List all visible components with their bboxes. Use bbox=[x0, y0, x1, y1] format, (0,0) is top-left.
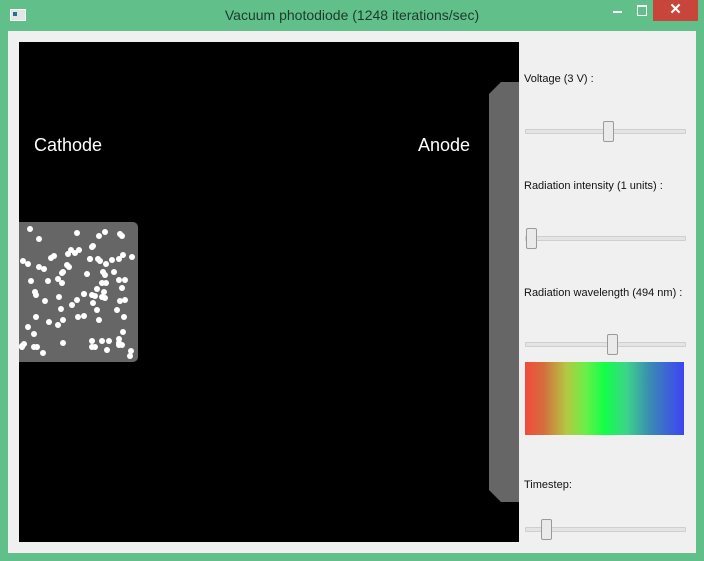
electron-dot bbox=[90, 300, 96, 306]
maximize-button[interactable] bbox=[630, 0, 654, 21]
electron-dot bbox=[129, 254, 135, 260]
wavelength-label: Radiation wavelength (494 nm) : bbox=[524, 287, 683, 299]
timestep-label: Timestep: bbox=[524, 479, 572, 491]
electron-dot bbox=[117, 298, 123, 304]
intensity-slider-thumb[interactable] bbox=[526, 228, 537, 249]
timestep-slider-track[interactable] bbox=[525, 519, 686, 540]
voltage-label: Voltage (3 V) : bbox=[524, 73, 594, 85]
electron-dot bbox=[102, 272, 108, 278]
electron-dot bbox=[120, 252, 126, 258]
electron-dot bbox=[36, 236, 42, 242]
electron-dot bbox=[48, 255, 54, 261]
electron-dot bbox=[104, 347, 110, 353]
electron-dot bbox=[94, 307, 100, 313]
electron-dot bbox=[116, 342, 122, 348]
intensity-slider-track[interactable] bbox=[525, 228, 686, 249]
electron-dot bbox=[55, 276, 61, 282]
electron-dot bbox=[87, 256, 93, 262]
electron-dot bbox=[94, 286, 100, 292]
electron-dot bbox=[81, 291, 87, 297]
electron-dot bbox=[41, 266, 47, 272]
electron-dot bbox=[121, 314, 127, 320]
electron-dot bbox=[46, 319, 52, 325]
electron-dot bbox=[106, 338, 112, 344]
electron-dot bbox=[84, 271, 90, 277]
electron-dot bbox=[25, 324, 31, 330]
electron-dot bbox=[64, 262, 70, 268]
electron-dot bbox=[95, 256, 101, 262]
electron-dot bbox=[32, 289, 38, 295]
electron-dot bbox=[96, 317, 102, 323]
electron-dot bbox=[60, 340, 66, 346]
electron-dot bbox=[119, 285, 125, 291]
voltage-slider-track[interactable] bbox=[525, 121, 686, 142]
electron-dot bbox=[96, 233, 102, 239]
electron-dot bbox=[25, 261, 31, 267]
electron-dot bbox=[109, 257, 115, 263]
electron-dot bbox=[111, 269, 117, 275]
electron-dot bbox=[117, 231, 123, 237]
electron-dot bbox=[69, 302, 75, 308]
timestep-slider-thumb[interactable] bbox=[541, 519, 552, 540]
electron-dot bbox=[33, 314, 39, 320]
electron-dot bbox=[59, 270, 65, 276]
electron-dot bbox=[56, 294, 62, 300]
intensity-label: Radiation intensity (1 units) : bbox=[524, 180, 663, 192]
anode-plate bbox=[489, 82, 519, 502]
simulation-canvas: Cathode Anode bbox=[19, 42, 519, 542]
voltage-slider-thumb[interactable] bbox=[603, 121, 614, 142]
wavelength-slider-track[interactable] bbox=[525, 334, 686, 355]
electron-dot bbox=[81, 313, 87, 319]
electron-dot bbox=[60, 317, 66, 323]
electron-dot bbox=[31, 331, 37, 337]
electron-dot bbox=[28, 278, 34, 284]
electron-dot bbox=[102, 229, 108, 235]
electron-dot bbox=[92, 293, 98, 299]
electron-dot bbox=[40, 350, 46, 356]
electron-dot bbox=[58, 306, 64, 312]
wavelength-spectrum-bar bbox=[525, 362, 684, 435]
window-title: Vacuum photodiode (1248 iterations/sec) bbox=[224, 7, 480, 23]
electron-dot bbox=[45, 278, 51, 284]
electron-dot bbox=[127, 353, 133, 359]
app-window: Vacuum photodiode (1248 iterations/sec) … bbox=[0, 0, 704, 561]
electron-dot bbox=[101, 289, 107, 295]
cathode-plate bbox=[19, 222, 138, 362]
electron-dot bbox=[27, 226, 33, 232]
electron-dot bbox=[42, 298, 48, 304]
electron-dot bbox=[90, 243, 96, 249]
electron-dot bbox=[99, 338, 105, 344]
electron-dot bbox=[103, 261, 109, 267]
electron-dot bbox=[89, 344, 95, 350]
minimize-button[interactable] bbox=[604, 0, 630, 21]
close-button[interactable]: ✕ bbox=[653, 0, 698, 21]
electron-dot bbox=[74, 297, 80, 303]
title-bar[interactable]: Vacuum photodiode (1248 iterations/sec) … bbox=[0, 0, 704, 31]
electron-dot bbox=[99, 280, 105, 286]
electron-dot bbox=[68, 247, 74, 253]
electron-dot bbox=[120, 329, 126, 335]
electron-dot bbox=[122, 277, 128, 283]
electron-dot bbox=[114, 307, 120, 313]
electron-dot bbox=[20, 258, 26, 264]
electron-dot bbox=[31, 344, 37, 350]
wavelength-slider-thumb[interactable] bbox=[607, 334, 618, 355]
electron-dot bbox=[89, 338, 95, 344]
electron-dot bbox=[102, 295, 108, 301]
cathode-label: Cathode bbox=[34, 135, 103, 155]
controls-panel: Voltage (3 V) : Radiation intensity (1 u… bbox=[519, 42, 691, 542]
anode-label: Anode bbox=[418, 135, 471, 155]
electron-dot bbox=[74, 230, 80, 236]
electron-dot bbox=[55, 322, 61, 328]
electron-dot bbox=[116, 336, 122, 342]
electron-dot bbox=[116, 277, 122, 283]
electron-dot bbox=[21, 341, 27, 347]
